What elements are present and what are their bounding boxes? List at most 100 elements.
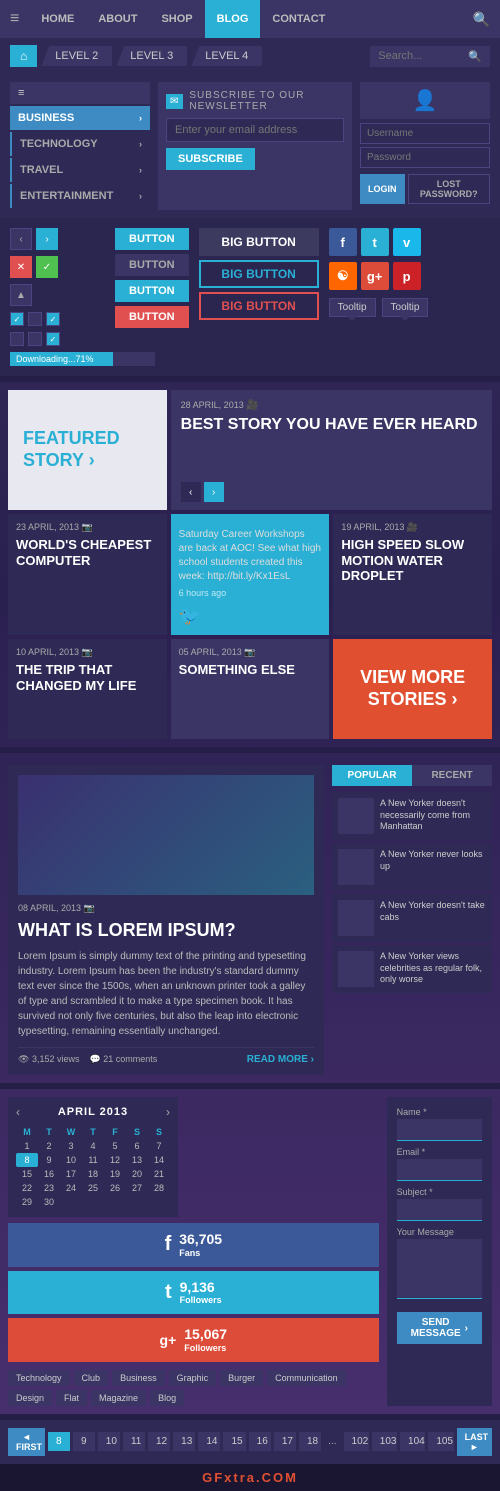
- newsletter-email-input[interactable]: [166, 118, 344, 142]
- page-16-button[interactable]: 16: [249, 1432, 271, 1451]
- first-page-button[interactable]: ◄ FIRST: [8, 1428, 45, 1456]
- calendar-day[interactable]: 25: [82, 1181, 104, 1195]
- checkbox-3[interactable]: ✓: [46, 312, 60, 326]
- button-3[interactable]: BUTTON: [115, 280, 189, 302]
- nav-home[interactable]: HOME: [29, 0, 86, 38]
- calendar-day[interactable]: 26: [104, 1181, 126, 1195]
- calendar-day[interactable]: 30: [38, 1195, 60, 1209]
- nav-about[interactable]: ABOUT: [86, 0, 149, 38]
- nav-blog[interactable]: BLOG: [205, 0, 261, 38]
- facebook-icon[interactable]: f: [329, 228, 357, 256]
- search-icon[interactable]: 🔍: [473, 11, 490, 28]
- googleplus-count-box[interactable]: g+ 15,067 Followers: [8, 1318, 379, 1362]
- name-input[interactable]: [397, 1119, 482, 1141]
- blog-card-trip[interactable]: 10 APRIL, 2013 📷 THE TRIP THAT CHANGED M…: [8, 639, 167, 739]
- calendar-day[interactable]: 13: [126, 1153, 148, 1167]
- page-14-button[interactable]: 14: [198, 1432, 220, 1451]
- calendar-day[interactable]: 18: [82, 1167, 104, 1181]
- search-input[interactable]: [378, 50, 468, 62]
- breadcrumb-level4[interactable]: LEVEL 4: [191, 46, 262, 66]
- email-input[interactable]: [397, 1159, 482, 1181]
- page-105-button[interactable]: 105: [428, 1432, 453, 1451]
- rss-icon[interactable]: ☯: [329, 262, 357, 290]
- button-4[interactable]: BUTTON: [115, 306, 189, 328]
- twitter-bird-icon[interactable]: 🐦: [179, 606, 322, 627]
- button-1[interactable]: BUTTON: [115, 228, 189, 250]
- calendar-day[interactable]: 15: [16, 1167, 38, 1181]
- checkbox-6[interactable]: ✓: [46, 332, 60, 346]
- calendar-day[interactable]: 9: [38, 1153, 60, 1167]
- tag-item[interactable]: Technology: [8, 1370, 70, 1386]
- calendar-day[interactable]: 24: [60, 1181, 82, 1195]
- blog-card-something-else[interactable]: 05 APRIL, 2013 📷 SOMETHING ELSE: [171, 639, 330, 739]
- next-button[interactable]: ›: [36, 228, 58, 250]
- page-11-button[interactable]: 11: [123, 1432, 145, 1451]
- big-button-1[interactable]: BIG BUTTON: [199, 228, 319, 256]
- page-103-button[interactable]: 103: [372, 1432, 397, 1451]
- breadcrumb-level2[interactable]: LEVEL 2: [41, 46, 112, 66]
- pinterest-icon[interactable]: p: [393, 262, 421, 290]
- send-message-button[interactable]: SEND MESSAGE ›: [397, 1312, 482, 1344]
- calendar-day[interactable]: 28: [148, 1181, 170, 1195]
- twitter-icon[interactable]: t: [361, 228, 389, 256]
- password-field[interactable]: [360, 147, 490, 168]
- calendar-day[interactable]: 1: [16, 1139, 38, 1153]
- page-9-button[interactable]: 9: [73, 1432, 95, 1451]
- prev-button[interactable]: ‹: [10, 228, 32, 250]
- check-button[interactable]: ✓: [36, 256, 58, 278]
- tag-item[interactable]: Design: [8, 1390, 52, 1406]
- nav-contact[interactable]: CONTACT: [260, 0, 337, 38]
- checkbox-1[interactable]: ✓: [10, 312, 24, 326]
- button-2[interactable]: BUTTON: [115, 254, 189, 276]
- page-13-button[interactable]: 13: [173, 1432, 195, 1451]
- big-button-2[interactable]: BIG BUTTON: [199, 260, 319, 288]
- close-button[interactable]: ✕: [10, 256, 32, 278]
- login-button[interactable]: LOGIN: [360, 174, 405, 204]
- menu-item-business[interactable]: BUSINESS ›: [10, 106, 150, 130]
- message-textarea[interactable]: [397, 1239, 482, 1299]
- read-more-link[interactable]: READ MORE ›: [247, 1054, 314, 1065]
- calendar-day[interactable]: 3: [60, 1139, 82, 1153]
- main-blog-post[interactable]: 28 APRIL, 2013 🎥 BEST STORY YOU HAVE EVE…: [171, 390, 492, 510]
- page-12-button[interactable]: 12: [148, 1432, 170, 1451]
- calendar-day[interactable]: 22: [16, 1181, 38, 1195]
- calendar-day[interactable]: 6: [126, 1139, 148, 1153]
- next-post-button[interactable]: ›: [204, 482, 224, 502]
- calendar-day[interactable]: 16: [38, 1167, 60, 1181]
- calendar-day[interactable]: 29: [16, 1195, 38, 1209]
- facebook-count-box[interactable]: f 36,705 Fans: [8, 1223, 379, 1267]
- page-104-button[interactable]: 104: [400, 1432, 425, 1451]
- nav-shop[interactable]: SHOP: [149, 0, 204, 38]
- blog-card-social[interactable]: Saturday Career Workshops are back at AO…: [171, 514, 330, 635]
- tag-item[interactable]: Flat: [56, 1390, 87, 1406]
- tab-popular[interactable]: POPULAR: [332, 765, 412, 786]
- tag-item[interactable]: Magazine: [91, 1390, 146, 1406]
- calendar-day[interactable]: 19: [104, 1167, 126, 1181]
- tag-item[interactable]: Graphic: [169, 1370, 217, 1386]
- googleplus-icon[interactable]: g+: [361, 262, 389, 290]
- page-102-button[interactable]: 102: [344, 1432, 369, 1451]
- calendar-day[interactable]: 20: [126, 1167, 148, 1181]
- blog-card-water-droplet[interactable]: 19 APRIL, 2013 🎥 HIGH SPEED SLOW MOTION …: [333, 514, 492, 635]
- sidebar-item-3[interactable]: A New Yorker doesn't take cabs: [332, 894, 492, 942]
- page-15-button[interactable]: 15: [223, 1432, 245, 1451]
- tag-item[interactable]: Business: [112, 1370, 165, 1386]
- username-field[interactable]: [360, 123, 490, 144]
- cal-next-button[interactable]: ›: [166, 1105, 170, 1119]
- calendar-day[interactable]: 23: [38, 1181, 60, 1195]
- big-button-3[interactable]: BIG BUTTON: [199, 292, 319, 320]
- checkbox-4[interactable]: [10, 332, 24, 346]
- prev-post-button[interactable]: ‹: [181, 482, 201, 502]
- tag-item[interactable]: Blog: [150, 1390, 184, 1406]
- calendar-day[interactable]: 8: [16, 1153, 38, 1167]
- calendar-day[interactable]: 2: [38, 1139, 60, 1153]
- menu-item-entertainment[interactable]: ENTERTAINMENT ›: [10, 184, 150, 208]
- tag-item[interactable]: Communication: [267, 1370, 346, 1386]
- tag-item[interactable]: Club: [74, 1370, 109, 1386]
- calendar-day[interactable]: 17: [60, 1167, 82, 1181]
- view-more-card[interactable]: VIEW MORE STORIES ›: [333, 639, 492, 739]
- sidebar-item-4[interactable]: A New Yorker views celebrities as regula…: [332, 945, 492, 993]
- cal-prev-button[interactable]: ‹: [16, 1105, 20, 1119]
- page-8-button[interactable]: 8: [48, 1432, 70, 1451]
- menu-item-travel[interactable]: TRAVEL ›: [10, 158, 150, 182]
